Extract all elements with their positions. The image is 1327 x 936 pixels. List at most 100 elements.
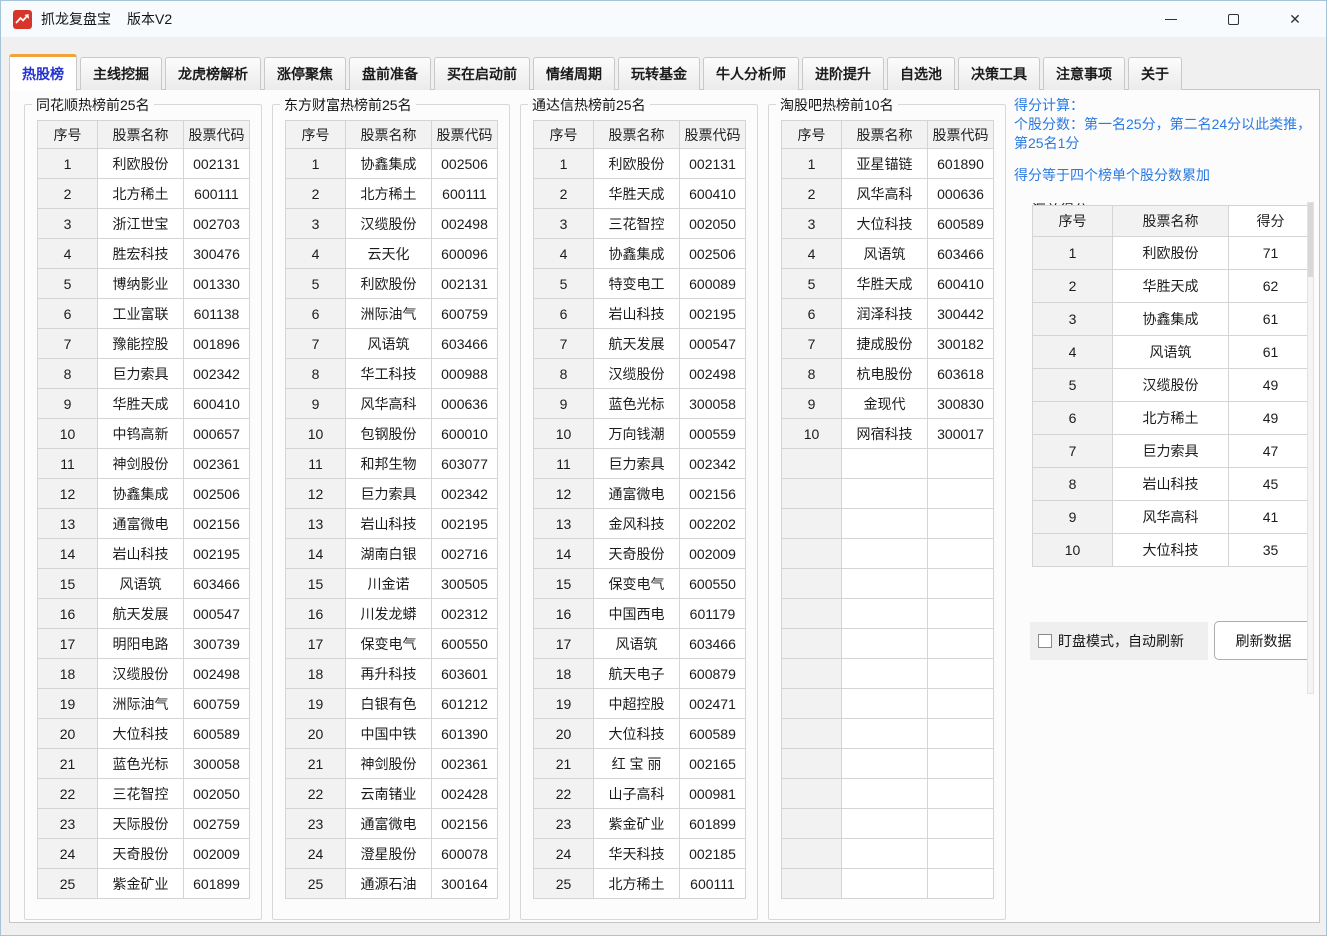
rank-cell[interactable]: 9 — [534, 389, 594, 419]
stock-code-cell[interactable]: 002156 — [680, 479, 746, 509]
stock-name-cell[interactable]: 明阳电路 — [98, 629, 184, 659]
stock-name-cell[interactable]: 汉缆股份 — [1113, 369, 1229, 402]
stock-name-cell[interactable]: 北方稀土 — [98, 179, 184, 209]
stock-name-cell[interactable]: 汉缆股份 — [594, 359, 680, 389]
rank-cell[interactable]: 22 — [534, 779, 594, 809]
stock-code-cell[interactable]: 601899 — [184, 869, 250, 899]
stock-code-cell[interactable]: 600010 — [432, 419, 498, 449]
stock-code-cell[interactable]: 300182 — [928, 329, 994, 359]
rank-cell[interactable]: 22 — [38, 779, 98, 809]
stock-code-cell[interactable]: 600589 — [680, 719, 746, 749]
rank-cell[interactable]: 5 — [1033, 369, 1113, 402]
stock-name-cell[interactable]: 航天发展 — [594, 329, 680, 359]
tab-1[interactable]: 热股榜 — [9, 54, 77, 91]
rank-cell[interactable] — [782, 809, 842, 839]
rank-cell[interactable]: 10 — [38, 419, 98, 449]
tab-7[interactable]: 情绪周期 — [533, 57, 615, 90]
stock-code-cell[interactable]: 600759 — [184, 689, 250, 719]
stock-name-cell[interactable]: 风华高科 — [1113, 501, 1229, 534]
rank-cell[interactable] — [782, 599, 842, 629]
rank-cell[interactable]: 23 — [534, 809, 594, 839]
rank-cell[interactable]: 7 — [534, 329, 594, 359]
stock-code-cell[interactable]: 000988 — [432, 359, 498, 389]
stock-code-cell[interactable]: 002165 — [680, 749, 746, 779]
stock-code-cell[interactable] — [928, 449, 994, 479]
stock-code-cell[interactable] — [928, 479, 994, 509]
rank-cell[interactable]: 9 — [286, 389, 346, 419]
stock-name-cell[interactable]: 再升科技 — [346, 659, 432, 689]
rank-cell[interactable]: 19 — [38, 689, 98, 719]
stock-name-cell[interactable]: 岩山科技 — [98, 539, 184, 569]
stock-code-cell[interactable]: 600410 — [928, 269, 994, 299]
stock-name-cell[interactable]: 豫能控股 — [98, 329, 184, 359]
stock-code-cell[interactable]: 300442 — [928, 299, 994, 329]
rank-cell[interactable]: 16 — [286, 599, 346, 629]
rank-cell[interactable]: 4 — [534, 239, 594, 269]
stock-code-cell[interactable]: 002361 — [184, 449, 250, 479]
stock-name-cell[interactable] — [842, 779, 928, 809]
stock-name-cell[interactable]: 天奇股份 — [98, 839, 184, 869]
rank-cell[interactable]: 23 — [286, 809, 346, 839]
rank-cell[interactable]: 2 — [38, 179, 98, 209]
stock-code-cell[interactable]: 000547 — [184, 599, 250, 629]
rank-cell[interactable]: 21 — [534, 749, 594, 779]
stock-code-cell[interactable] — [928, 689, 994, 719]
score-cell[interactable]: 61 — [1229, 303, 1313, 336]
rank-cell[interactable]: 13 — [534, 509, 594, 539]
stock-code-cell[interactable]: 601212 — [432, 689, 498, 719]
stock-code-cell[interactable]: 600111 — [680, 869, 746, 899]
rank-cell[interactable]: 24 — [38, 839, 98, 869]
stock-name-cell[interactable]: 协鑫集成 — [98, 479, 184, 509]
stock-name-cell[interactable]: 工业富联 — [98, 299, 184, 329]
score-cell[interactable]: 49 — [1229, 369, 1313, 402]
rank-cell[interactable]: 19 — [286, 689, 346, 719]
stock-name-cell[interactable]: 大位科技 — [842, 209, 928, 239]
score-cell[interactable]: 49 — [1229, 402, 1313, 435]
stock-name-cell[interactable]: 三花智控 — [594, 209, 680, 239]
score-cell[interactable]: 45 — [1229, 468, 1313, 501]
stock-name-cell[interactable]: 浙江世宝 — [98, 209, 184, 239]
rank-cell[interactable]: 3 — [286, 209, 346, 239]
minimize-button[interactable] — [1140, 1, 1202, 37]
close-button[interactable]: ✕ — [1264, 1, 1326, 37]
rank-cell[interactable]: 20 — [286, 719, 346, 749]
rank-cell[interactable]: 1 — [782, 149, 842, 179]
stock-code-cell[interactable] — [928, 779, 994, 809]
maximize-button[interactable] — [1202, 1, 1264, 37]
rank-cell[interactable]: 3 — [534, 209, 594, 239]
right-scrollbar[interactable] — [1307, 202, 1314, 694]
stock-code-cell[interactable]: 002131 — [680, 149, 746, 179]
rank-cell[interactable]: 5 — [286, 269, 346, 299]
tab-13[interactable]: 注意事项 — [1043, 57, 1125, 90]
rank-cell[interactable]: 17 — [534, 629, 594, 659]
rank-cell[interactable]: 13 — [286, 509, 346, 539]
stock-code-cell[interactable]: 002703 — [184, 209, 250, 239]
stock-name-cell[interactable]: 蓝色光标 — [594, 389, 680, 419]
stock-code-cell[interactable]: 002050 — [184, 779, 250, 809]
stock-name-cell[interactable]: 协鑫集成 — [1113, 303, 1229, 336]
stock-name-cell[interactable]: 洲际油气 — [98, 689, 184, 719]
stock-code-cell[interactable]: 002498 — [680, 359, 746, 389]
stock-name-cell[interactable]: 岩山科技 — [1113, 468, 1229, 501]
rank-cell[interactable]: 19 — [534, 689, 594, 719]
stock-name-cell[interactable] — [842, 599, 928, 629]
stock-code-cell[interactable]: 002342 — [184, 359, 250, 389]
stock-code-cell[interactable]: 000547 — [680, 329, 746, 359]
rank-cell[interactable]: 8 — [286, 359, 346, 389]
stock-name-cell[interactable]: 保变电气 — [346, 629, 432, 659]
rank-cell[interactable]: 15 — [534, 569, 594, 599]
stock-name-cell[interactable]: 网宿科技 — [842, 419, 928, 449]
rank-cell[interactable]: 6 — [38, 299, 98, 329]
scrollbar-thumb[interactable] — [1308, 203, 1313, 277]
rank-cell[interactable]: 24 — [534, 839, 594, 869]
stock-code-cell[interactable]: 603466 — [432, 329, 498, 359]
stock-name-cell[interactable]: 博纳影业 — [98, 269, 184, 299]
stock-name-cell[interactable]: 红 宝 丽 — [594, 749, 680, 779]
rank-cell[interactable] — [782, 479, 842, 509]
rank-cell[interactable]: 10 — [782, 419, 842, 449]
stock-name-cell[interactable]: 通富微电 — [594, 479, 680, 509]
rank-cell[interactable]: 8 — [1033, 468, 1113, 501]
stock-code-cell[interactable]: 002498 — [184, 659, 250, 689]
rank-cell[interactable]: 18 — [38, 659, 98, 689]
stock-code-cell[interactable]: 300058 — [184, 749, 250, 779]
